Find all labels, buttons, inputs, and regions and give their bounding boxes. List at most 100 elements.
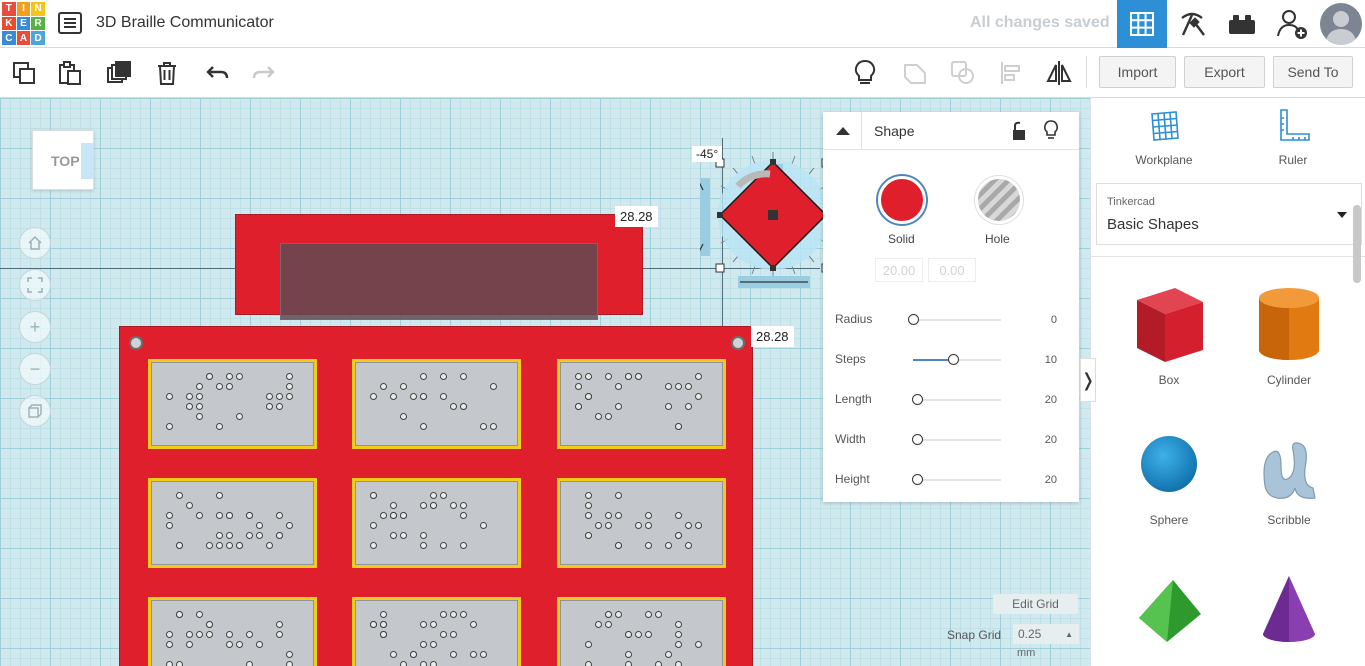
blocks-pickaxe-icon[interactable] (1167, 0, 1217, 48)
property-slider[interactable] (913, 354, 1001, 365)
braille-dot (685, 522, 692, 529)
home-view-button[interactable] (19, 227, 51, 259)
panel-scrollbar[interactable] (1353, 205, 1361, 283)
braille-dot (655, 611, 662, 618)
display-window-hole[interactable] (280, 243, 598, 320)
design-menu-icon[interactable] (58, 12, 82, 34)
braille-dot (460, 512, 467, 519)
braille-dot (450, 651, 457, 658)
light-bulb-icon[interactable] (1043, 120, 1059, 140)
braille-cell-panel[interactable] (352, 597, 521, 666)
invite-user-icon[interactable] (1267, 0, 1317, 48)
mirror-icon[interactable] (1042, 56, 1076, 90)
property-slider[interactable] (912, 434, 1001, 445)
braille-dot (246, 661, 253, 666)
zoom-in-button[interactable]: + (19, 311, 51, 343)
collapse-caret-icon[interactable] (835, 125, 851, 137)
shape-tile-sphere[interactable]: Sphere (1114, 428, 1224, 527)
edit-grid-button[interactable]: Edit Grid (993, 594, 1078, 614)
view-cube[interactable]: TOP (32, 130, 94, 190)
delete-icon[interactable] (150, 56, 184, 90)
braille-dot (166, 661, 173, 666)
dimension-width-label[interactable]: 28.28 (615, 206, 658, 227)
property-value[interactable]: 20 (1045, 474, 1057, 486)
braille-dot (256, 641, 263, 648)
braille-cell-panel[interactable] (557, 597, 726, 666)
shape-tile-roof[interactable] (1114, 568, 1224, 653)
braille-dot (380, 621, 387, 628)
display-frame-shape[interactable] (235, 214, 643, 320)
braille-cell-panel[interactable] (148, 478, 317, 568)
braille-cell-panel[interactable] (148, 359, 317, 449)
braille-dot (595, 413, 602, 420)
group-icon[interactable] (898, 56, 932, 90)
ungroup-icon[interactable] (946, 56, 980, 90)
braille-dot (216, 532, 223, 539)
edit-toolbar: Import Export Send To (0, 48, 1365, 98)
ruler-tool[interactable]: Ruler (1243, 108, 1343, 167)
slider-thumb[interactable] (912, 474, 924, 485)
braille-board-shape[interactable] (119, 326, 753, 666)
braille-cell-panel[interactable] (557, 478, 726, 568)
send-to-button[interactable]: Send To (1273, 56, 1353, 88)
undo-icon[interactable] (200, 56, 234, 90)
shape-label: Cylinder (1266, 373, 1311, 387)
property-slider[interactable] (912, 474, 1001, 485)
braille-dot (605, 512, 612, 519)
zoom-out-button[interactable]: − (19, 353, 51, 385)
import-button[interactable]: Import (1099, 56, 1176, 88)
lock-icon[interactable] (1011, 121, 1027, 141)
braille-cell-panel[interactable] (352, 478, 521, 568)
slider-thumb[interactable] (912, 434, 924, 445)
slider-thumb[interactable] (947, 354, 959, 365)
property-value[interactable]: 20 (1045, 394, 1057, 406)
copy-icon[interactable] (7, 56, 41, 90)
braille-dot (450, 611, 457, 618)
braille-dot (420, 393, 427, 400)
slider-thumb[interactable] (908, 314, 919, 325)
braille-dot (246, 512, 253, 519)
property-value[interactable]: 0 (1051, 314, 1057, 326)
user-avatar[interactable] (1320, 3, 1362, 45)
export-button[interactable]: Export (1184, 56, 1265, 88)
lightbulb-notes-icon[interactable] (848, 56, 882, 90)
workplane-tool[interactable]: Workplane (1114, 108, 1214, 167)
braille-dot (695, 393, 702, 400)
braille-cell-panel[interactable] (557, 359, 726, 449)
ortho-view-button[interactable] (19, 395, 51, 427)
property-value[interactable]: 20 (1045, 434, 1057, 446)
paste-icon[interactable] (53, 56, 87, 90)
slider-thumb[interactable] (912, 394, 924, 405)
shape-library-select[interactable]: Tinkercad Basic Shapes (1096, 183, 1362, 245)
braille-dot (206, 373, 213, 380)
project-title[interactable]: 3D Braille Communicator (96, 14, 274, 32)
panel-collapse-chevron-icon[interactable]: ❭ (1080, 358, 1096, 402)
property-value[interactable]: 10 (1045, 354, 1057, 366)
braille-dot (276, 631, 283, 638)
braille-cell-panel[interactable] (352, 359, 521, 449)
view-cube-side[interactable] (81, 143, 93, 179)
shape-tile-scribble[interactable]: Scribble (1234, 428, 1344, 527)
snap-grid-select[interactable]: 0.25 ▲ (1013, 624, 1079, 644)
hole-mode-button[interactable] (975, 176, 1023, 224)
property-slider[interactable] (912, 394, 1001, 405)
shape-tile-cylinder[interactable]: Cylinder (1234, 278, 1344, 387)
braille-cell-panel[interactable] (148, 597, 317, 666)
bricks-icon[interactable] (1217, 0, 1267, 48)
cylinder-shape-icon (1259, 288, 1319, 360)
dimension-height-label[interactable]: 28.28 (751, 326, 794, 347)
duplicate-icon[interactable] (102, 56, 136, 90)
align-icon[interactable] (994, 56, 1028, 90)
braille-dot (216, 383, 223, 390)
redo-icon[interactable] (247, 56, 281, 90)
roof-shape-icon (1139, 580, 1201, 642)
tinkercad-logo[interactable]: TIN KER CAD (2, 2, 45, 45)
fit-view-button[interactable] (19, 269, 51, 301)
view-3d-grid-icon[interactable] (1117, 0, 1167, 48)
braille-dot (186, 631, 193, 638)
shape-tile-box[interactable]: Box (1114, 278, 1224, 387)
property-slider[interactable] (908, 314, 1001, 325)
ruler-label: Ruler (1278, 153, 1308, 167)
shape-tile-cone[interactable] (1234, 568, 1344, 653)
solid-mode-button[interactable] (878, 176, 926, 224)
